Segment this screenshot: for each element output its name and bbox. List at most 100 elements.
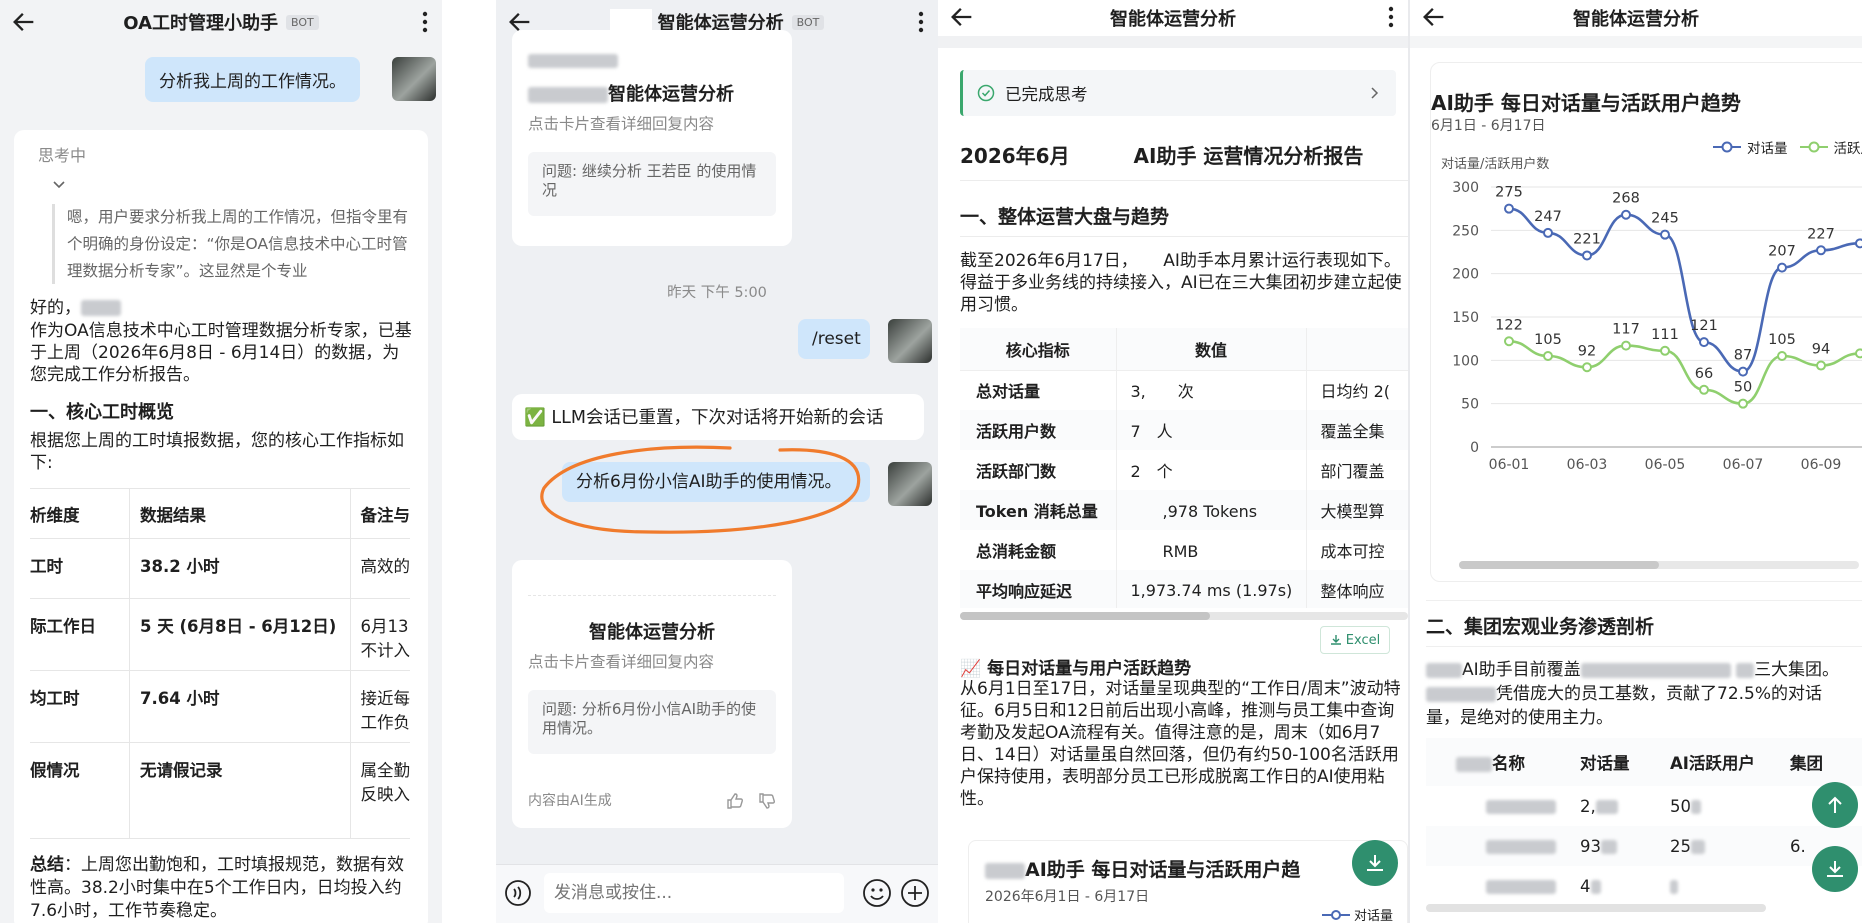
back-arrow-icon[interactable]	[10, 8, 38, 36]
voice-icon[interactable]	[504, 879, 532, 907]
data-point	[1699, 337, 1709, 348]
table-scrollbar[interactable]	[1426, 904, 1766, 912]
data-point	[1738, 398, 1748, 409]
scroll-top-fab[interactable]	[1812, 782, 1858, 828]
data-point	[1621, 209, 1631, 220]
group-table-wrap[interactable]: 名称 对话量 AI活跃用户 集团 2, 50 93 25 6. 4	[1426, 738, 1862, 906]
thumbs-down-icon[interactable]	[758, 792, 776, 810]
user-avatar[interactable]	[392, 57, 436, 101]
more-options-icon[interactable]	[1388, 5, 1394, 29]
emoji-icon[interactable]	[862, 878, 892, 908]
data-label: 268	[1612, 191, 1640, 207]
x-tick-label: 06-07	[1723, 457, 1764, 473]
card-question: 问题: 分析6月份小信AI助手的使用情况。	[528, 690, 776, 754]
thinking-text: 嗯，用户要求分析我上周的工作情况，但指令里有个明确的身份设定：“你是OA信息技术…	[52, 204, 412, 284]
data-label: 121	[1690, 318, 1718, 334]
data-label: 66	[1695, 366, 1713, 382]
summary-text: 总结：上周您出勤饱和，工时填报规范，数据有效性高。38.2小时集中在5个工作日内…	[30, 855, 404, 921]
metrics-table-wrap[interactable]: 析维度 数据结果 备注与分 工时 38.2 小时 高效的 际工作日 5 天 (6…	[30, 488, 410, 848]
table-row: 际工作日 5 天 (6月8日 - 6月12日) 6月13E不计入	[30, 598, 410, 671]
data-point	[1504, 203, 1514, 214]
trend-text: 从6月1日至17日，对话量呈现典型的“工作日/周末”波动特征。6月5日和12日前…	[960, 679, 1401, 809]
data-point	[1543, 227, 1553, 238]
thumbs-up-icon[interactable]	[726, 792, 744, 810]
data-point	[1660, 229, 1670, 240]
series-line-1	[1508, 339, 1861, 405]
data-label: 207	[1768, 244, 1796, 260]
y-tick-label: 100	[1452, 353, 1479, 369]
table-row: 活跃用户数 7 人覆盖全集	[960, 410, 1408, 450]
top-bar: 智能体运营分析	[938, 0, 1408, 36]
reply-card[interactable]: 智能体运营分析 点击卡片查看详细回复内容 问题: 继续分析 王若臣 的使用情况	[512, 30, 792, 246]
check-circle-icon	[977, 84, 995, 102]
thinking-label: 思考中	[38, 146, 87, 165]
card-title: 智能体运营分析	[608, 84, 734, 105]
metrics-table: 析维度 数据结果 备注与分 工时 38.2 小时 高效的 际工作日 5 天 (6…	[30, 488, 410, 839]
report-title: 2026年6月 AI助手 运营情况分析报告	[960, 144, 1364, 168]
data-label: 50	[1734, 380, 1752, 396]
data-label: 221	[1573, 231, 1601, 247]
y-tick-label: 50	[1461, 397, 1479, 413]
table-row: 活跃部门数 2 个部门覆盖	[960, 450, 1408, 490]
table-row: 2, 50	[1426, 786, 1862, 826]
data-point	[1582, 362, 1592, 373]
section-heading: 二、集团宏观业务渗透剖析	[1426, 616, 1655, 638]
y-tick-label: 300	[1452, 180, 1479, 196]
more-options-icon[interactable]	[918, 10, 924, 34]
section-text: 根据您上周的工时填报数据，您的核心工作指标如下:	[30, 431, 404, 473]
data-label: 111	[1651, 327, 1679, 343]
data-point	[1855, 238, 1862, 249]
data-point	[1777, 262, 1787, 273]
back-arrow-icon[interactable]	[948, 3, 976, 31]
message-input[interactable]	[544, 873, 844, 913]
chevron-down-icon[interactable]	[52, 180, 66, 190]
chart-card: AI助手 每日对话量与活跃用户趋势 6月1日 - 6月17日 对话量/活跃用户数…	[1430, 62, 1862, 582]
section-text: 截至2026年6月17日， AI助手本月累计运行表现如下。得益于多业务线的持续接…	[960, 251, 1402, 315]
y-tick-label: 0	[1470, 440, 1479, 456]
chat-panel-agent: 智能体运营分析 BOT 智能体运营分析 点击卡片查看详细回复内容 问题: 继续分…	[496, 0, 938, 923]
top-bar: OA工时管理小助手 BOT	[0, 0, 442, 44]
data-label: 227	[1807, 226, 1835, 242]
table-row: 93 25 6.	[1426, 826, 1862, 866]
table-scrollbar[interactable]	[960, 612, 1408, 620]
table-header: 数据结果	[129, 488, 350, 539]
download-fab[interactable]	[1352, 840, 1398, 886]
data-label: 245	[1651, 211, 1679, 227]
table-header: 备注与分	[349, 488, 410, 539]
table-row: 总消耗金额 RMB 成本可控	[960, 530, 1408, 570]
data-point	[1621, 340, 1631, 351]
metrics-table-wrap[interactable]: 核心指标 数值 总对话量 3, 次日均约 2( 活跃用户数 7 人覆盖全集 活跃部门…	[960, 328, 1408, 608]
reply-card[interactable]: 智能体运营分析 点击卡片查看详细回复内容 问题: 分析6月份小信AI助手的使用情…	[512, 560, 792, 828]
chart-scrollbar[interactable]	[1459, 561, 1859, 569]
input-bar	[496, 864, 938, 923]
download-icon	[1367, 855, 1383, 871]
timestamp: 昨天 下午 5:00	[667, 285, 767, 301]
data-point	[1660, 345, 1670, 356]
section-text: AI助手目前覆盖 三大集团。 凭借庞大的员工基数，贡献了72.5%的对话量，是绝…	[1426, 660, 1840, 728]
x-tick-label: 06-05	[1645, 457, 1686, 473]
greeting: 好的，	[30, 298, 81, 318]
arrow-up-icon	[1828, 796, 1842, 813]
data-label: 92	[1578, 343, 1596, 359]
download-icon	[1330, 635, 1341, 645]
bot-badge: BOT	[791, 14, 825, 30]
user-avatar[interactable]	[888, 319, 932, 363]
add-icon[interactable]	[900, 878, 930, 908]
thinking-complete-bar[interactable]: 已完成思考	[960, 70, 1396, 116]
excel-download-button[interactable]: Excel	[1320, 626, 1390, 654]
table-row: 均工时 7.64 小时 接近每日工作负	[30, 670, 410, 743]
data-label: 247	[1534, 209, 1562, 225]
y-tick-label: 200	[1452, 267, 1479, 283]
table-row: 4	[1426, 866, 1862, 906]
data-point	[1582, 250, 1592, 261]
more-options-icon[interactable]	[422, 10, 428, 34]
chart-card-preview: AI助手 每日对话量与活跃用户趋 2026年6月1日 - 6月17日 对话量	[968, 840, 1408, 923]
data-point	[1777, 351, 1787, 361]
data-point	[1738, 366, 1748, 377]
download-fab[interactable]	[1812, 846, 1858, 892]
table-row: 平均响应延迟 1,973.74 ms (1.97s) 整体响应	[960, 570, 1408, 608]
user-avatar[interactable]	[888, 462, 932, 506]
back-arrow-icon[interactable]	[1420, 3, 1448, 31]
data-label: 275	[1495, 185, 1523, 201]
chat-panel-oa: OA工时管理小助手 BOT 分析我上周的工作情况。 思考中 嗯，用户要求分析我上…	[0, 0, 442, 923]
